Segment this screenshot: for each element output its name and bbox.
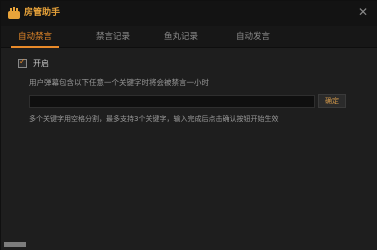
enable-toggle[interactable]: 开启 (18, 57, 49, 69)
title-bar: 房管助手 ✕ (1, 1, 377, 26)
tab-bar: 自动禁言 禁言记录 鱼丸记录 自动发言 (1, 26, 377, 48)
app-window: 房管助手 ✕ 自动禁言 禁言记录 鱼丸记录 自动发言 开启 用户弹幕包含以下任意… (0, 0, 377, 250)
tab-mute-records[interactable]: 禁言记录 (89, 26, 137, 48)
tab-fishball-records[interactable]: 鱼丸记录 (157, 26, 205, 48)
enable-label: 开启 (33, 58, 49, 68)
tab-auto-speak[interactable]: 自动发言 (227, 26, 279, 48)
auto-mute-panel: 开启 用户弹幕包含以下任意一个关键字时将会被禁言一小时 确定 多个关键字用空格分… (1, 48, 377, 250)
keyword-hint: 多个关键字用空格分割，最多支持3个关键字，输入完成后点击确认按钮开始生效 (29, 115, 279, 123)
app-title: 房管助手 (24, 8, 61, 18)
bottom-edge-mark (4, 242, 26, 247)
keyword-input[interactable] (29, 95, 315, 108)
tab-auto-mute[interactable]: 自动禁言 (11, 26, 59, 48)
close-icon[interactable]: ✕ (356, 5, 370, 19)
rule-description: 用户弹幕包含以下任意一个关键字时将会被禁言一小时 (29, 78, 209, 87)
brand-logo-icon (8, 7, 20, 19)
enable-checkbox[interactable] (18, 57, 27, 68)
confirm-button[interactable]: 确定 (318, 94, 346, 108)
